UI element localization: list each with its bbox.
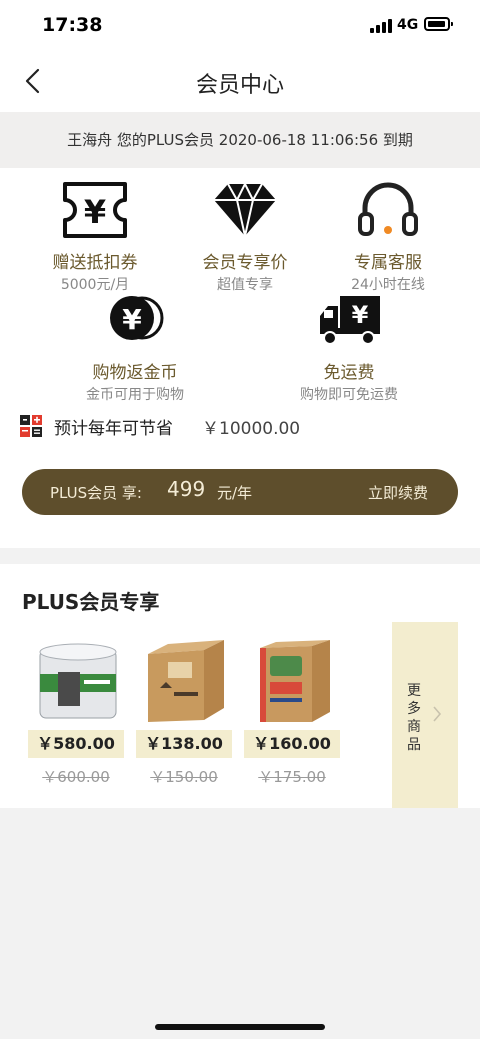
benefit-title: 购物返金币: [92, 363, 178, 383]
truck-icon: ¥: [320, 296, 380, 345]
product-price: ￥160.00: [244, 730, 340, 758]
home-indicator: [155, 1024, 325, 1030]
renew-button[interactable]: 立即续费: [368, 482, 428, 503]
plus-label: PLUS会员 享:: [50, 484, 142, 502]
plus-price: 499: [167, 477, 206, 501]
more-products-button[interactable]: 更多商品: [392, 622, 458, 808]
product-card[interactable]: ￥138.00 ￥150.00: [136, 636, 240, 786]
product-price: ￥138.00: [136, 730, 232, 758]
tea-tin-image: [39, 643, 117, 719]
coupon-icon: ¥: [63, 182, 127, 238]
diamond-icon: [214, 181, 276, 237]
benefit-coins[interactable]: ¥ 购物返金币 金币可用于购物: [70, 290, 200, 404]
calculator-icon: [20, 415, 42, 437]
benefit-title: 免运费: [323, 363, 375, 383]
cardboard-box-image: [260, 640, 330, 722]
signal-icon: [370, 19, 392, 33]
network-type: 4G: [397, 17, 419, 33]
product-original-price: ￥175.00: [258, 768, 326, 786]
product-price: ￥580.00: [28, 730, 124, 758]
plus-renew-bar[interactable]: PLUS会员 享: 499 元/年 立即续费: [22, 469, 458, 515]
battery-icon: [424, 17, 453, 31]
chevron-right-icon: [433, 706, 442, 722]
product-original-price: ￥150.00: [150, 768, 218, 786]
cardboard-box-image: [148, 640, 224, 722]
plus-price-unit: 元/年: [217, 484, 253, 502]
savings-label: 预计每年可节省: [54, 419, 173, 439]
membership-expiry-text: 王海舟 您的PLUS会员 2020-06-18 11:06:56 到期: [0, 112, 480, 168]
status-time: 17:38: [42, 14, 103, 36]
benefit-subtitle: 购物即可免运费: [300, 387, 398, 403]
benefits-panel: ¥ 赠送抵扣券 5000元/月 会员专享价 超值专享 专属客服 24小时在线 ¥: [0, 168, 480, 548]
benefit-customer-service[interactable]: 专属客服 24小时在线: [333, 180, 443, 294]
svg-text:¥: ¥: [352, 301, 369, 329]
exclusive-products-section: PLUS会员专享 ￥580.00 ￥600.00 ￥138.00 ￥150.00: [0, 564, 480, 808]
section-title: PLUS会员专享: [22, 590, 160, 614]
coins-icon: ¥: [110, 296, 164, 340]
savings-value: ￥10000.00: [202, 419, 301, 439]
benefit-free-shipping[interactable]: ¥ 免运费 购物即可免运费: [284, 290, 414, 404]
svg-text:¥: ¥: [84, 193, 106, 231]
benefit-title: 赠送抵扣券: [52, 253, 138, 273]
status-bar: 17:38 4G: [0, 0, 480, 52]
benefit-member-price[interactable]: 会员专享价 超值专享: [190, 180, 300, 294]
svg-text:¥: ¥: [122, 303, 142, 336]
headset-icon: [358, 182, 418, 236]
benefit-coupon[interactable]: ¥ 赠送抵扣券 5000元/月: [40, 180, 150, 294]
product-card[interactable]: ￥160.00 ￥175.00: [244, 636, 348, 786]
product-original-price: ￥600.00: [42, 768, 110, 786]
nav-bar: 会员中心: [0, 52, 480, 112]
benefit-title: 会员专享价: [202, 253, 288, 273]
benefit-title: 专属客服: [354, 253, 422, 273]
benefit-subtitle: 金币可用于购物: [86, 387, 184, 403]
product-card[interactable]: ￥580.00 ￥600.00: [28, 636, 132, 786]
more-products-label: 更多商品: [407, 683, 421, 753]
page-title: 会员中心: [195, 73, 284, 98]
